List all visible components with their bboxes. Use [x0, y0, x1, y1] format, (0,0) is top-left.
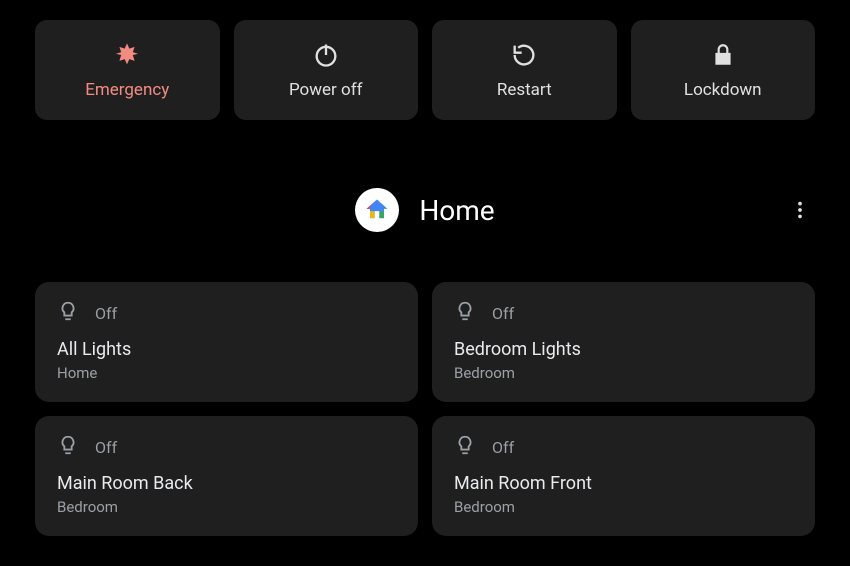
device-room: Bedroom — [454, 364, 793, 382]
power-off-button[interactable]: Power off — [234, 20, 419, 120]
home-title: Home — [419, 194, 494, 227]
lightbulb-icon — [57, 300, 79, 326]
home-header: Home — [35, 188, 815, 232]
emergency-button[interactable]: Emergency — [35, 20, 220, 120]
device-name: Main Room Back — [57, 473, 396, 494]
emergency-icon — [113, 40, 141, 70]
restart-button[interactable]: Restart — [432, 20, 617, 120]
power-menu-row: Emergency Power off Restart Lockdown — [35, 20, 815, 120]
device-room: Home — [57, 364, 396, 382]
more-options-button[interactable] — [780, 190, 820, 230]
device-name: Bedroom Lights — [454, 339, 793, 360]
power-off-label: Power off — [289, 80, 363, 100]
lightbulb-icon — [454, 300, 476, 326]
device-tile-bedroom-lights[interactable]: Off Bedroom Lights Bedroom — [432, 282, 815, 402]
lockdown-button[interactable]: Lockdown — [631, 20, 816, 120]
device-tile-main-room-back[interactable]: Off Main Room Back Bedroom — [35, 416, 418, 536]
device-name: Main Room Front — [454, 473, 793, 494]
google-home-logo — [355, 188, 399, 232]
lightbulb-icon — [57, 434, 79, 460]
power-icon — [312, 40, 340, 70]
device-tile-main-room-front[interactable]: Off Main Room Front Bedroom — [432, 416, 815, 536]
lightbulb-icon — [454, 434, 476, 460]
device-state: Off — [492, 304, 514, 323]
device-tile-all-lights[interactable]: Off All Lights Home — [35, 282, 418, 402]
device-state: Off — [95, 438, 117, 457]
device-room: Bedroom — [454, 498, 793, 516]
lock-icon — [710, 40, 736, 70]
lockdown-label: Lockdown — [684, 80, 762, 100]
device-grid: Off All Lights Home Off Bedroom Lights B… — [35, 282, 815, 536]
device-state: Off — [492, 438, 514, 457]
device-name: All Lights — [57, 339, 396, 360]
device-room: Bedroom — [57, 498, 396, 516]
restart-icon — [510, 40, 538, 70]
restart-label: Restart — [497, 80, 552, 100]
emergency-label: Emergency — [85, 80, 169, 100]
more-vert-icon — [789, 199, 811, 221]
device-state: Off — [95, 304, 117, 323]
